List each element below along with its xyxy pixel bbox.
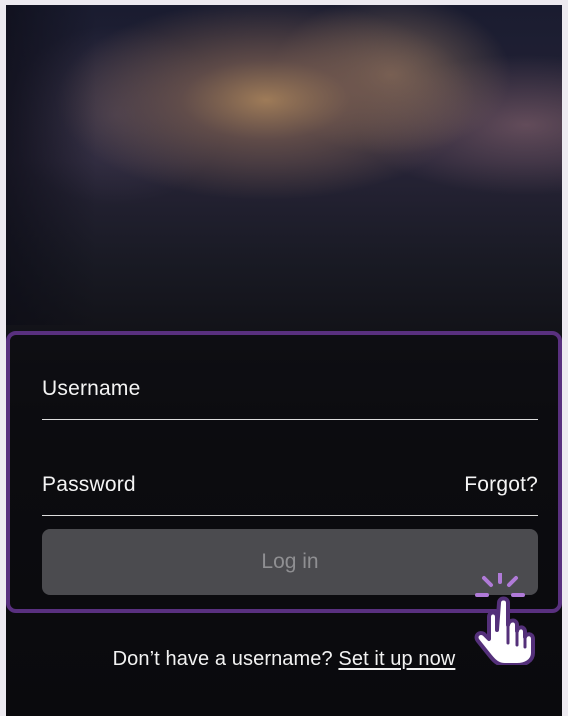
background-shade bbox=[6, 5, 96, 325]
username-field[interactable]: Username bbox=[42, 369, 538, 420]
click-burst-icon bbox=[475, 573, 525, 597]
forgot-password-link[interactable]: Forgot? bbox=[464, 473, 538, 497]
set-it-up-link[interactable]: Set it up now bbox=[338, 648, 455, 670]
password-field[interactable]: Password Forgot? bbox=[42, 465, 538, 516]
login-button[interactable]: Log in bbox=[42, 529, 538, 595]
login-screen: Username Password Forgot? Log in Don’t h… bbox=[6, 5, 562, 716]
signup-prompt-text: Don’t have a username? bbox=[112, 648, 333, 670]
password-label: Password bbox=[42, 473, 136, 496]
hand-pointer-icon bbox=[467, 573, 537, 665]
app-frame: Username Password Forgot? Log in Don’t h… bbox=[0, 0, 568, 716]
username-label: Username bbox=[42, 377, 141, 400]
